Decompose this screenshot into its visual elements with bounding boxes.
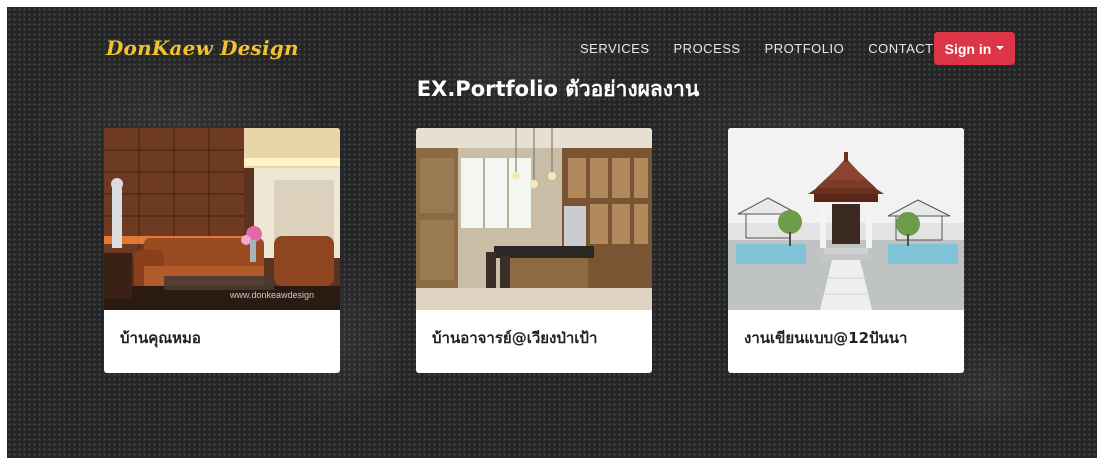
hero-section: DonKaew Design SERVICES PROCESS PROTFOLI… [7, 7, 1097, 458]
kitchen-image [416, 128, 652, 310]
page-frame: DonKaew Design SERVICES PROCESS PROTFOLI… [0, 0, 1104, 465]
caret-down-icon [996, 45, 1005, 50]
main-nav: SERVICES PROCESS PROTFOLIO CONTACT [580, 41, 958, 56]
portfolio-heading: EX.Portfolio ตัวอย่างผลงาน [416, 77, 700, 101]
signin-dropdown-button[interactable]: Sign in [934, 32, 1015, 65]
portfolio-card-1[interactable]: www.donkeawdesign บ้านคุณหมอ [104, 128, 340, 373]
living-room-image: www.donkeawdesign [104, 128, 340, 310]
pavilion-image [728, 128, 964, 310]
card-title: งานเขียนแบบ@12ปันนา [744, 329, 908, 347]
image-watermark: www.donkeawdesign [230, 290, 315, 300]
nav-contact[interactable]: CONTACT [868, 41, 933, 56]
nav-portfolio[interactable]: PROTFOLIO [765, 41, 845, 56]
card-title: บ้านอาจารย์@เวียงป่าเป้า [432, 329, 598, 347]
card-title: บ้านคุณหมอ [120, 329, 201, 347]
nav-process[interactable]: PROCESS [674, 41, 741, 56]
signin-label: Sign in [944, 40, 992, 57]
portfolio-card-2[interactable]: บ้านอาจารย์@เวียงป่าเป้า [416, 128, 652, 373]
portfolio-card-3[interactable]: งานเขียนแบบ@12ปันนา [728, 128, 964, 373]
brand-logo[interactable]: DonKaew Design [106, 36, 299, 60]
nav-services[interactable]: SERVICES [580, 41, 650, 56]
